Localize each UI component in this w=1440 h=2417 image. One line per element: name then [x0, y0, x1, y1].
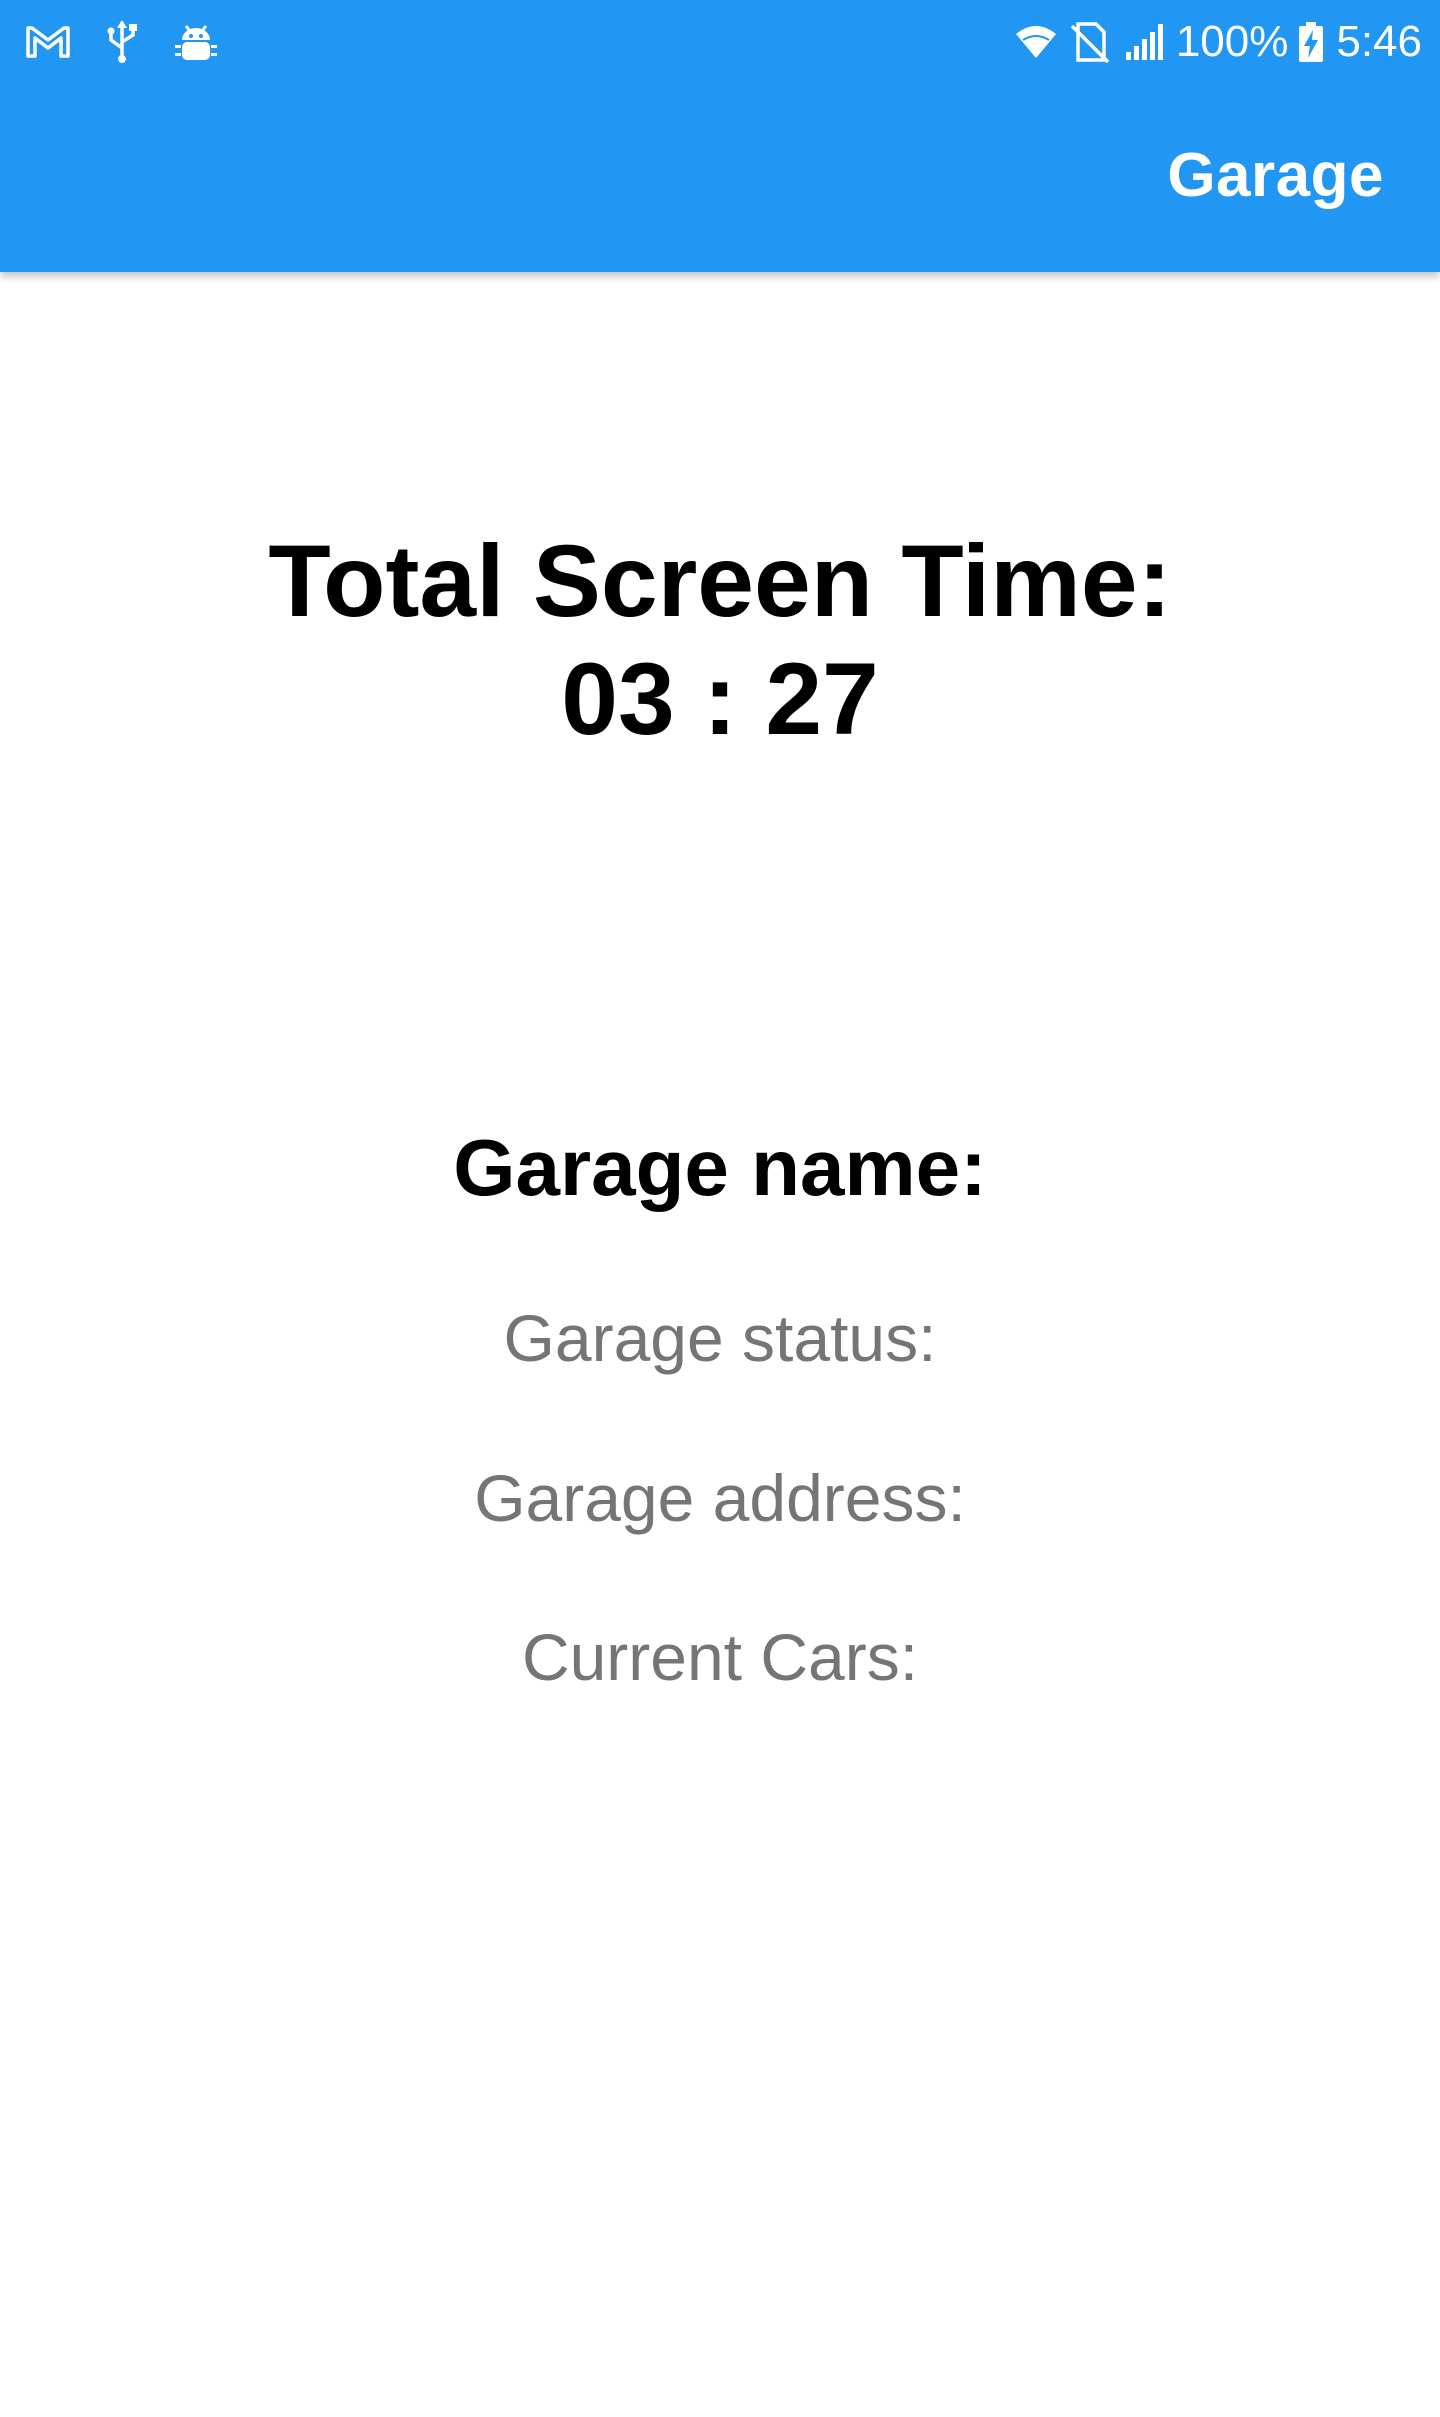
status-bar: 100% 5:46	[0, 0, 1440, 84]
app-bar: 100% 5:46 Garage	[0, 0, 1440, 272]
usb-icon	[98, 18, 146, 66]
garage-address-label: Garage address:	[474, 1461, 966, 1535]
battery-percentage: 100%	[1175, 17, 1289, 66]
gmail-icon	[24, 18, 72, 66]
garage-status-label: Garage status:	[503, 1301, 937, 1375]
notification-icons	[24, 18, 246, 66]
android-debug-icon	[172, 18, 220, 66]
app-bar-title: Garage	[1167, 141, 1384, 210]
no-sim-icon	[1068, 20, 1112, 64]
wifi-icon	[1014, 20, 1058, 64]
screen-time-label: Total Screen Time:	[268, 524, 1172, 638]
system-indicators: 100% 5:46	[1014, 12, 1422, 72]
battery-charging-icon	[1296, 20, 1326, 64]
screen-time-value: 03 : 27	[561, 642, 879, 756]
status-clock: 5:46	[1336, 17, 1422, 66]
signal-icon	[1122, 20, 1166, 64]
garage-name-label: Garage name:	[453, 1123, 987, 1212]
current-cars-label: Current Cars:	[521, 1620, 919, 1694]
screen-time-block: Total Screen Time: 03 : 27	[0, 522, 1440, 758]
